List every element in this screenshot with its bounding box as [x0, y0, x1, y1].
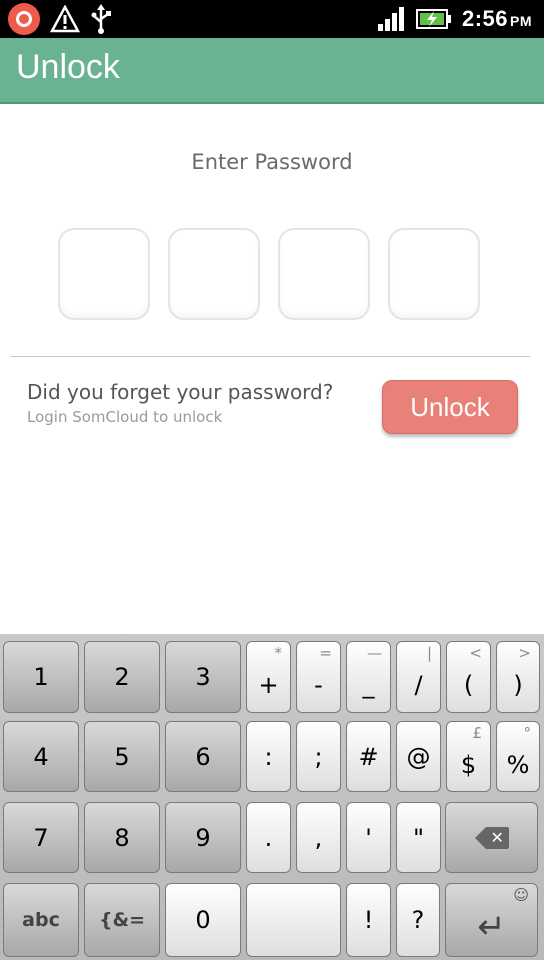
key-question[interactable]: ?: [396, 883, 440, 957]
app-bar: Unlock: [0, 38, 544, 104]
key-main-label: +: [258, 671, 279, 699]
clock-ampm: PM: [510, 13, 532, 29]
app-title: Unlock: [16, 48, 120, 86]
key-0[interactable]: 0: [165, 883, 241, 957]
key-main-label: ;: [314, 742, 323, 771]
app-notification-icon: [8, 3, 40, 35]
key-alt-label: <: [469, 644, 482, 662]
pin-digit-box-1[interactable]: [58, 228, 150, 320]
smiley-icon: ☺: [513, 886, 529, 904]
status-clock: 2:56 PM: [462, 6, 532, 32]
key-alt-label: *: [274, 644, 283, 662]
numeric-symbol-keyboard: 1 2 3 * + = - — _ | / <(>) 4 5 6:; # @ £ $ °% 7 8 9., ' " ✕ abc …: [0, 634, 544, 960]
backspace-icon: ✕: [474, 826, 509, 849]
key-row2-1[interactable]: 4: [3, 721, 79, 792]
key-row2-3[interactable]: 6: [165, 721, 241, 792]
key-row2-2[interactable]: 5: [84, 721, 160, 792]
key-row1-6[interactable]: — _: [346, 641, 391, 713]
key-exclamation[interactable]: !: [346, 883, 391, 957]
key-row3-1[interactable]: 7: [3, 802, 79, 873]
key-row3-2[interactable]: 8: [84, 802, 160, 873]
key-main-label: 5: [114, 742, 130, 771]
key-main-label: $: [460, 750, 477, 779]
key-main-label: 2: [114, 663, 130, 691]
enter-icon: ↵: [477, 907, 506, 947]
backspace-key[interactable]: ✕: [445, 802, 538, 873]
key-main-label: 7: [33, 823, 49, 852]
key-row1-2[interactable]: 2: [84, 641, 160, 713]
symbols-key-label: {&=: [98, 909, 145, 931]
key-row3-7[interactable]: ": [396, 802, 441, 873]
unlock-button[interactable]: Unlock: [382, 380, 518, 434]
key-main-label: 1: [33, 663, 49, 691]
abc-key[interactable]: abc: [3, 883, 79, 957]
key-main-label: ': [365, 823, 372, 852]
key-row1-1[interactable]: 1: [3, 641, 79, 713]
content-divider: [10, 356, 530, 357]
pin-digit-box-3[interactable]: [278, 228, 370, 320]
key-main-label: 4: [33, 742, 49, 771]
key-alt-label: =: [319, 644, 332, 662]
key-row1-9[interactable]: >): [496, 641, 540, 713]
key-main-label: _: [362, 671, 375, 699]
key-row2-4[interactable]: :: [246, 721, 291, 792]
key-row3-5[interactable]: ,: [296, 802, 341, 873]
enter-key[interactable]: ☺ ↵: [445, 883, 538, 957]
key-main-label: %: [506, 750, 530, 779]
enter-password-label: Enter Password: [191, 150, 353, 174]
pin-digit-box-4[interactable]: [388, 228, 480, 320]
clock-time: 2:56: [461, 6, 508, 31]
key-alt-label: °: [523, 724, 532, 742]
key-0-label: 0: [195, 906, 211, 934]
symbols-key[interactable]: {&=: [84, 883, 160, 957]
key-main-label: #: [358, 742, 379, 771]
key-row2-9[interactable]: °%: [496, 721, 540, 792]
key-row3-4[interactable]: .: [246, 802, 291, 873]
key-main-label: ": [412, 823, 425, 852]
pin-digit-box-2[interactable]: [168, 228, 260, 320]
key-row2-5[interactable]: ;: [296, 721, 341, 792]
key-row2-6[interactable]: #: [346, 721, 391, 792]
space-key[interactable]: [246, 883, 341, 957]
warning-icon: [50, 5, 80, 33]
key-exclamation-label: !: [363, 906, 374, 934]
key-row2-7[interactable]: @: [396, 721, 441, 792]
key-main-label: 9: [195, 823, 211, 852]
key-alt-label: £: [472, 724, 482, 742]
status-bar-left: [8, 3, 112, 35]
key-row1-4[interactable]: * +: [246, 641, 291, 713]
abc-key-label: abc: [22, 909, 60, 931]
key-main-label: /: [414, 671, 423, 699]
key-row1-7[interactable]: | /: [396, 641, 441, 713]
key-main-label: (: [463, 671, 474, 699]
key-main-label: ): [513, 671, 523, 699]
key-main-label: -: [314, 671, 323, 699]
key-row3-3[interactable]: 9: [165, 802, 241, 873]
usb-icon: [91, 4, 111, 34]
key-main-label: ,: [314, 823, 323, 852]
key-alt-label: >: [518, 644, 531, 662]
forgot-password-subtitle: Login SomCloud to unlock: [27, 408, 223, 426]
key-alt-label: |: [426, 644, 432, 662]
signal-icon: [377, 7, 404, 31]
key-question-label: ?: [411, 906, 425, 934]
battery-charging-icon: [415, 9, 451, 29]
key-main-label: .: [264, 823, 273, 852]
key-main-label: @: [406, 742, 431, 771]
key-alt-label: —: [367, 644, 382, 662]
status-bar-right: 2:56 PM: [377, 4, 532, 34]
key-row1-5[interactable]: = -: [296, 641, 341, 713]
forgot-password-title: Did you forget your password?: [27, 380, 334, 404]
key-main-label: :: [264, 742, 273, 771]
key-row1-3[interactable]: 3: [165, 641, 241, 713]
key-row1-8[interactable]: <(: [446, 641, 491, 713]
status-bar: 2:56 PM: [0, 0, 544, 38]
key-row3-6[interactable]: ': [346, 802, 391, 873]
key-main-label: 8: [114, 823, 130, 852]
key-main-label: 6: [195, 742, 211, 771]
key-main-label: 3: [195, 663, 211, 691]
key-row2-8[interactable]: £ $: [446, 721, 491, 792]
